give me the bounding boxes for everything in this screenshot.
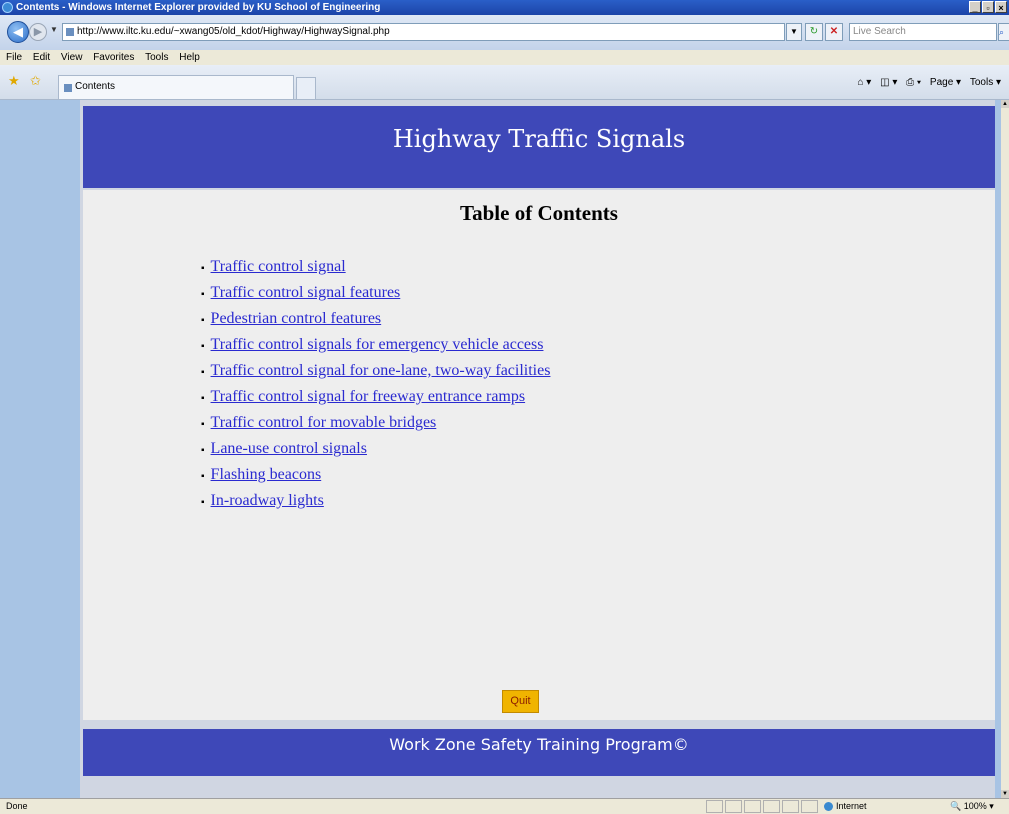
command-bar: ⌂ ▾ ◫ ▾ ⎙ ▾ Page ▾ Tools ▾ — [851, 77, 1001, 88]
url-dropdown-icon[interactable]: ▼ — [786, 23, 802, 41]
list-item: Lane-use control signals — [201, 436, 550, 462]
toc-heading: Table of Contents — [460, 201, 618, 225]
toc-link-one-lane-two-way[interactable]: Traffic control signal for one-lane, two… — [211, 362, 551, 379]
favorites-star-icon[interactable]: ★ — [8, 73, 20, 89]
zone-label: Internet — [836, 801, 867, 811]
minimize-button[interactable]: _ — [969, 1, 981, 13]
maximize-button[interactable]: ▫ — [982, 1, 994, 13]
back-button[interactable]: ◀ — [7, 21, 29, 43]
globe-icon — [824, 802, 833, 812]
status-panes — [706, 800, 818, 813]
menu-tools[interactable]: Tools — [145, 50, 168, 65]
add-favorite-icon[interactable]: ✩ — [30, 73, 41, 89]
url-input[interactable]: http://www.iltc.ku.edu/~xwang05/old_kdot… — [62, 23, 785, 41]
list-item: Traffic control signal features — [201, 280, 550, 306]
status-text: Done — [6, 801, 28, 811]
status-pane — [706, 800, 723, 813]
window-title: Contents - Windows Internet Explorer pro… — [16, 2, 381, 13]
list-item: Pedestrian control features — [201, 306, 550, 332]
feeds-icon[interactable]: ◫ ▾ — [880, 77, 897, 88]
tools-menu[interactable]: Tools ▾ — [970, 77, 1001, 88]
browser-viewport: Highway Traffic Signals Table of Content… — [0, 100, 1001, 798]
status-bar: Done Internet 🔍 100% ▾ — [0, 798, 1009, 814]
list-item: Traffic control for movable bridges — [201, 410, 550, 436]
scroll-up-icon[interactable]: ▲ — [1001, 100, 1009, 108]
menu-favorites[interactable]: Favorites — [93, 50, 134, 65]
menu-edit[interactable]: Edit — [33, 50, 50, 65]
toc-list: Traffic control signal Traffic control s… — [201, 254, 551, 514]
menu-bar: File Edit View Favorites Tools Help — [0, 50, 1009, 65]
list-item: Traffic control signal — [201, 254, 550, 280]
status-pane — [744, 800, 761, 813]
status-pane — [763, 800, 780, 813]
address-toolbar: ◀ ▶ ▼ http://www.iltc.ku.edu/~xwang05/ol… — [0, 15, 1009, 50]
new-tab-button[interactable] — [296, 77, 316, 99]
zoom-value: 100% — [963, 801, 987, 811]
page-container: Highway Traffic Signals Table of Content… — [80, 100, 995, 798]
search-input[interactable]: Live Search — [849, 23, 997, 41]
status-pane — [725, 800, 742, 813]
list-item: Traffic control signal for one-lane, two… — [201, 358, 551, 384]
scroll-down-icon[interactable]: ▼ — [1001, 790, 1009, 798]
stop-icon[interactable]: ✕ — [825, 23, 843, 41]
security-zone[interactable]: Internet — [824, 799, 867, 814]
tab-label: Contents — [75, 81, 116, 92]
page-icon — [66, 28, 74, 36]
tab-bar: ★ ✩ Contents ⌂ ▾ ◫ ▾ ⎙ ▾ Page ▾ Tools ▾ — [0, 65, 1009, 100]
list-item: Traffic control signals for emergency ve… — [201, 332, 550, 358]
ie-logo-icon — [2, 2, 13, 13]
refresh-icon[interactable]: ↻ — [805, 23, 823, 41]
forward-button[interactable]: ▶ — [29, 23, 47, 41]
page-footer: Work Zone Safety Training Program© — [83, 729, 995, 776]
toc-link-in-roadway-lights[interactable]: In-roadway lights — [211, 492, 324, 509]
page-header: Highway Traffic Signals — [83, 106, 995, 188]
search-icon[interactable]: ⌕ — [998, 23, 1009, 41]
tab-page-icon — [64, 84, 72, 92]
toc-link-flashing-beacons[interactable]: Flashing beacons — [211, 466, 322, 483]
menu-help[interactable]: Help — [179, 50, 200, 65]
print-icon[interactable]: ⎙ ▾ — [906, 77, 921, 88]
toc-link-signal-features[interactable]: Traffic control signal features — [211, 284, 401, 301]
toc-link-movable-bridges[interactable]: Traffic control for movable bridges — [211, 414, 437, 431]
toc-link-emergency-vehicle[interactable]: Traffic control signals for emergency ve… — [211, 336, 544, 353]
toc-link-lane-use[interactable]: Lane-use control signals — [211, 440, 367, 457]
tab-contents[interactable]: Contents — [58, 75, 294, 99]
status-pane — [782, 800, 799, 813]
history-dropdown-icon[interactable]: ▼ — [50, 25, 58, 34]
toc-link-traffic-control-signal[interactable]: Traffic control signal — [211, 258, 346, 275]
content-area: Table of Contents Traffic control signal… — [83, 190, 995, 720]
window-controls: _ ▫ × — [969, 1, 1007, 13]
toc-link-freeway-ramps[interactable]: Traffic control signal for freeway entra… — [211, 388, 526, 405]
menu-view[interactable]: View — [61, 50, 83, 65]
list-item: Traffic control signal for freeway entra… — [201, 384, 550, 410]
menu-file[interactable]: File — [6, 50, 22, 65]
close-button[interactable]: × — [995, 1, 1007, 13]
zoom-level[interactable]: 🔍 100% ▾ — [950, 799, 994, 814]
page-menu[interactable]: Page ▾ — [930, 77, 961, 88]
list-item: Flashing beacons — [201, 462, 550, 488]
status-pane — [801, 800, 818, 813]
url-text: http://www.iltc.ku.edu/~xwang05/old_kdot… — [77, 26, 390, 37]
vertical-scrollbar[interactable]: ▲ ▼ — [1001, 100, 1009, 798]
list-item: In-roadway lights — [201, 488, 550, 514]
window-title-bar: Contents - Windows Internet Explorer pro… — [0, 0, 1009, 15]
toc-link-pedestrian-features[interactable]: Pedestrian control features — [211, 310, 382, 327]
home-icon[interactable]: ⌂ ▾ — [857, 77, 871, 88]
quit-button[interactable]: Quit — [502, 690, 539, 713]
